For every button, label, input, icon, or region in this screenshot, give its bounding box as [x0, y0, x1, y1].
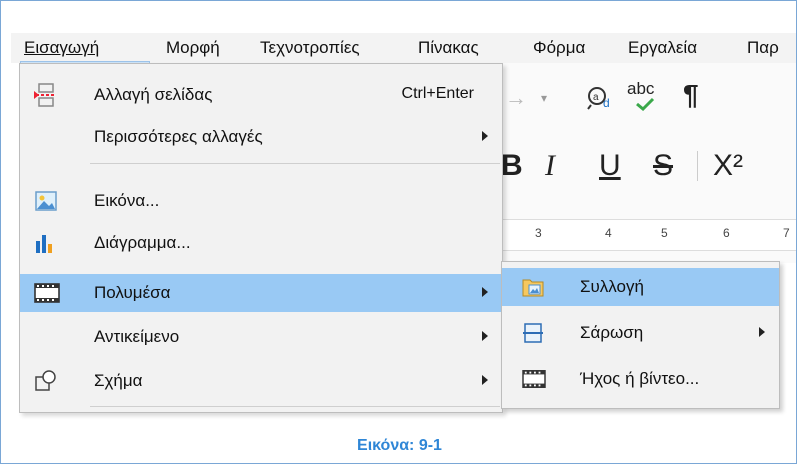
menu-item-label: Αντικείμενο: [94, 327, 180, 346]
submenu-arrow-icon: [759, 327, 765, 337]
chart-icon: [34, 231, 58, 255]
film-icon: [522, 368, 546, 390]
menu-item-media[interactable]: Πολυμέσα: [20, 274, 502, 312]
image-icon: [34, 189, 58, 213]
menu-item-label: Περισσότερες αλλαγές: [94, 127, 263, 146]
submenu-item-audio-video[interactable]: Ήχος ή βίντεο...: [502, 360, 779, 398]
submenu-item-label: Ήχος ή βίντεο...: [580, 369, 700, 388]
scan-icon: [522, 322, 544, 344]
submenu-arrow-icon: [482, 331, 488, 341]
menu-separator: [90, 163, 500, 164]
menu-item-label: Διάγραμμα...: [94, 233, 191, 252]
submenu-arrow-icon: [482, 131, 488, 141]
ruler-tick: 6: [723, 226, 730, 240]
menu-item-chart[interactable]: Διάγραμμα...: [20, 224, 502, 262]
insert-menu: Αλλαγή σελίδας Ctrl+Enter Περισσότερες α…: [19, 63, 503, 413]
menu-form[interactable]: Φόρμα: [533, 38, 585, 58]
superscript-icon[interactable]: X²: [713, 149, 743, 183]
formatting-marks-icon[interactable]: ¶: [683, 79, 699, 111]
shortcut-text: Ctrl+Enter: [401, 85, 474, 102]
menubar: Εισαγωγή Μορφή Τεχνοτροπίες Πίνακας Φόρμ…: [11, 33, 796, 95]
page-break-icon: [34, 83, 58, 107]
figure-caption: Εικόνα: 9-1: [357, 437, 442, 454]
find-replace-icon[interactable]: da: [587, 85, 613, 111]
menu-item-object[interactable]: Αντικείμενο: [20, 318, 502, 356]
ruler-tick: 4: [605, 226, 612, 240]
divider: [697, 151, 698, 181]
menu-item-label: Αλλαγή σελίδας: [94, 85, 213, 104]
submenu-item-label: Συλλογή: [580, 277, 644, 296]
submenu-arrow-icon: [482, 287, 488, 297]
menu-item-label: Πολυμέσα: [94, 283, 171, 302]
ruler-tick: 5: [661, 226, 668, 240]
svg-text:d: d: [603, 96, 610, 110]
media-submenu: Συλλογή Σάρωση Ήχος ή βίντεο...: [501, 261, 780, 409]
menu-window[interactable]: Παρ: [747, 38, 779, 58]
menu-separator: [90, 406, 500, 407]
menu-insert[interactable]: Εισαγωγή: [24, 38, 99, 58]
film-icon: [34, 281, 60, 305]
submenu-item-gallery[interactable]: Συλλογή: [502, 268, 779, 306]
shape-icon: [34, 369, 58, 393]
submenu-arrow-icon: [482, 375, 488, 385]
spellcheck-icon[interactable]: abc: [627, 79, 655, 111]
menu-table[interactable]: Πίνακας: [418, 38, 479, 58]
ruler-tick: 7: [783, 226, 790, 240]
ruler-tick: 3: [535, 226, 542, 240]
strikethrough-icon[interactable]: S: [653, 149, 673, 183]
menu-item-page-break[interactable]: Αλλαγή σελίδας Ctrl+Enter: [20, 76, 502, 114]
gallery-icon: [522, 276, 544, 298]
underline-icon[interactable]: U: [599, 149, 621, 183]
submenu-item-label: Σάρωση: [580, 323, 644, 342]
submenu-item-scan[interactable]: Σάρωση: [502, 314, 779, 352]
menu-item-image[interactable]: Εικόνα...: [20, 182, 502, 220]
menu-item-label: Εικόνα...: [94, 191, 160, 210]
menu-format[interactable]: Μορφή: [166, 38, 220, 58]
menu-item-more-breaks[interactable]: Περισσότερες αλλαγές: [20, 118, 502, 156]
svg-text:a: a: [593, 92, 599, 103]
menu-item-shape[interactable]: Σχήμα: [20, 362, 502, 400]
bold-icon[interactable]: B: [501, 149, 523, 183]
italic-icon[interactable]: I: [545, 149, 555, 183]
menu-styles[interactable]: Τεχνοτροπίες: [260, 38, 360, 58]
menu-item-label: Σχήμα: [94, 371, 143, 390]
spellcheck-label: abc: [627, 79, 655, 98]
screenshot-frame: → ▾ da abc ¶ B I U S X² 3 4 5 6 7 Εισαγω…: [0, 0, 797, 464]
menu-tools[interactable]: Εργαλεία: [628, 38, 697, 58]
redo-dropdown-icon[interactable]: ▾: [541, 91, 547, 105]
ruler: 3 4 5 6 7: [501, 219, 796, 251]
redo-icon[interactable]: →: [505, 85, 527, 111]
